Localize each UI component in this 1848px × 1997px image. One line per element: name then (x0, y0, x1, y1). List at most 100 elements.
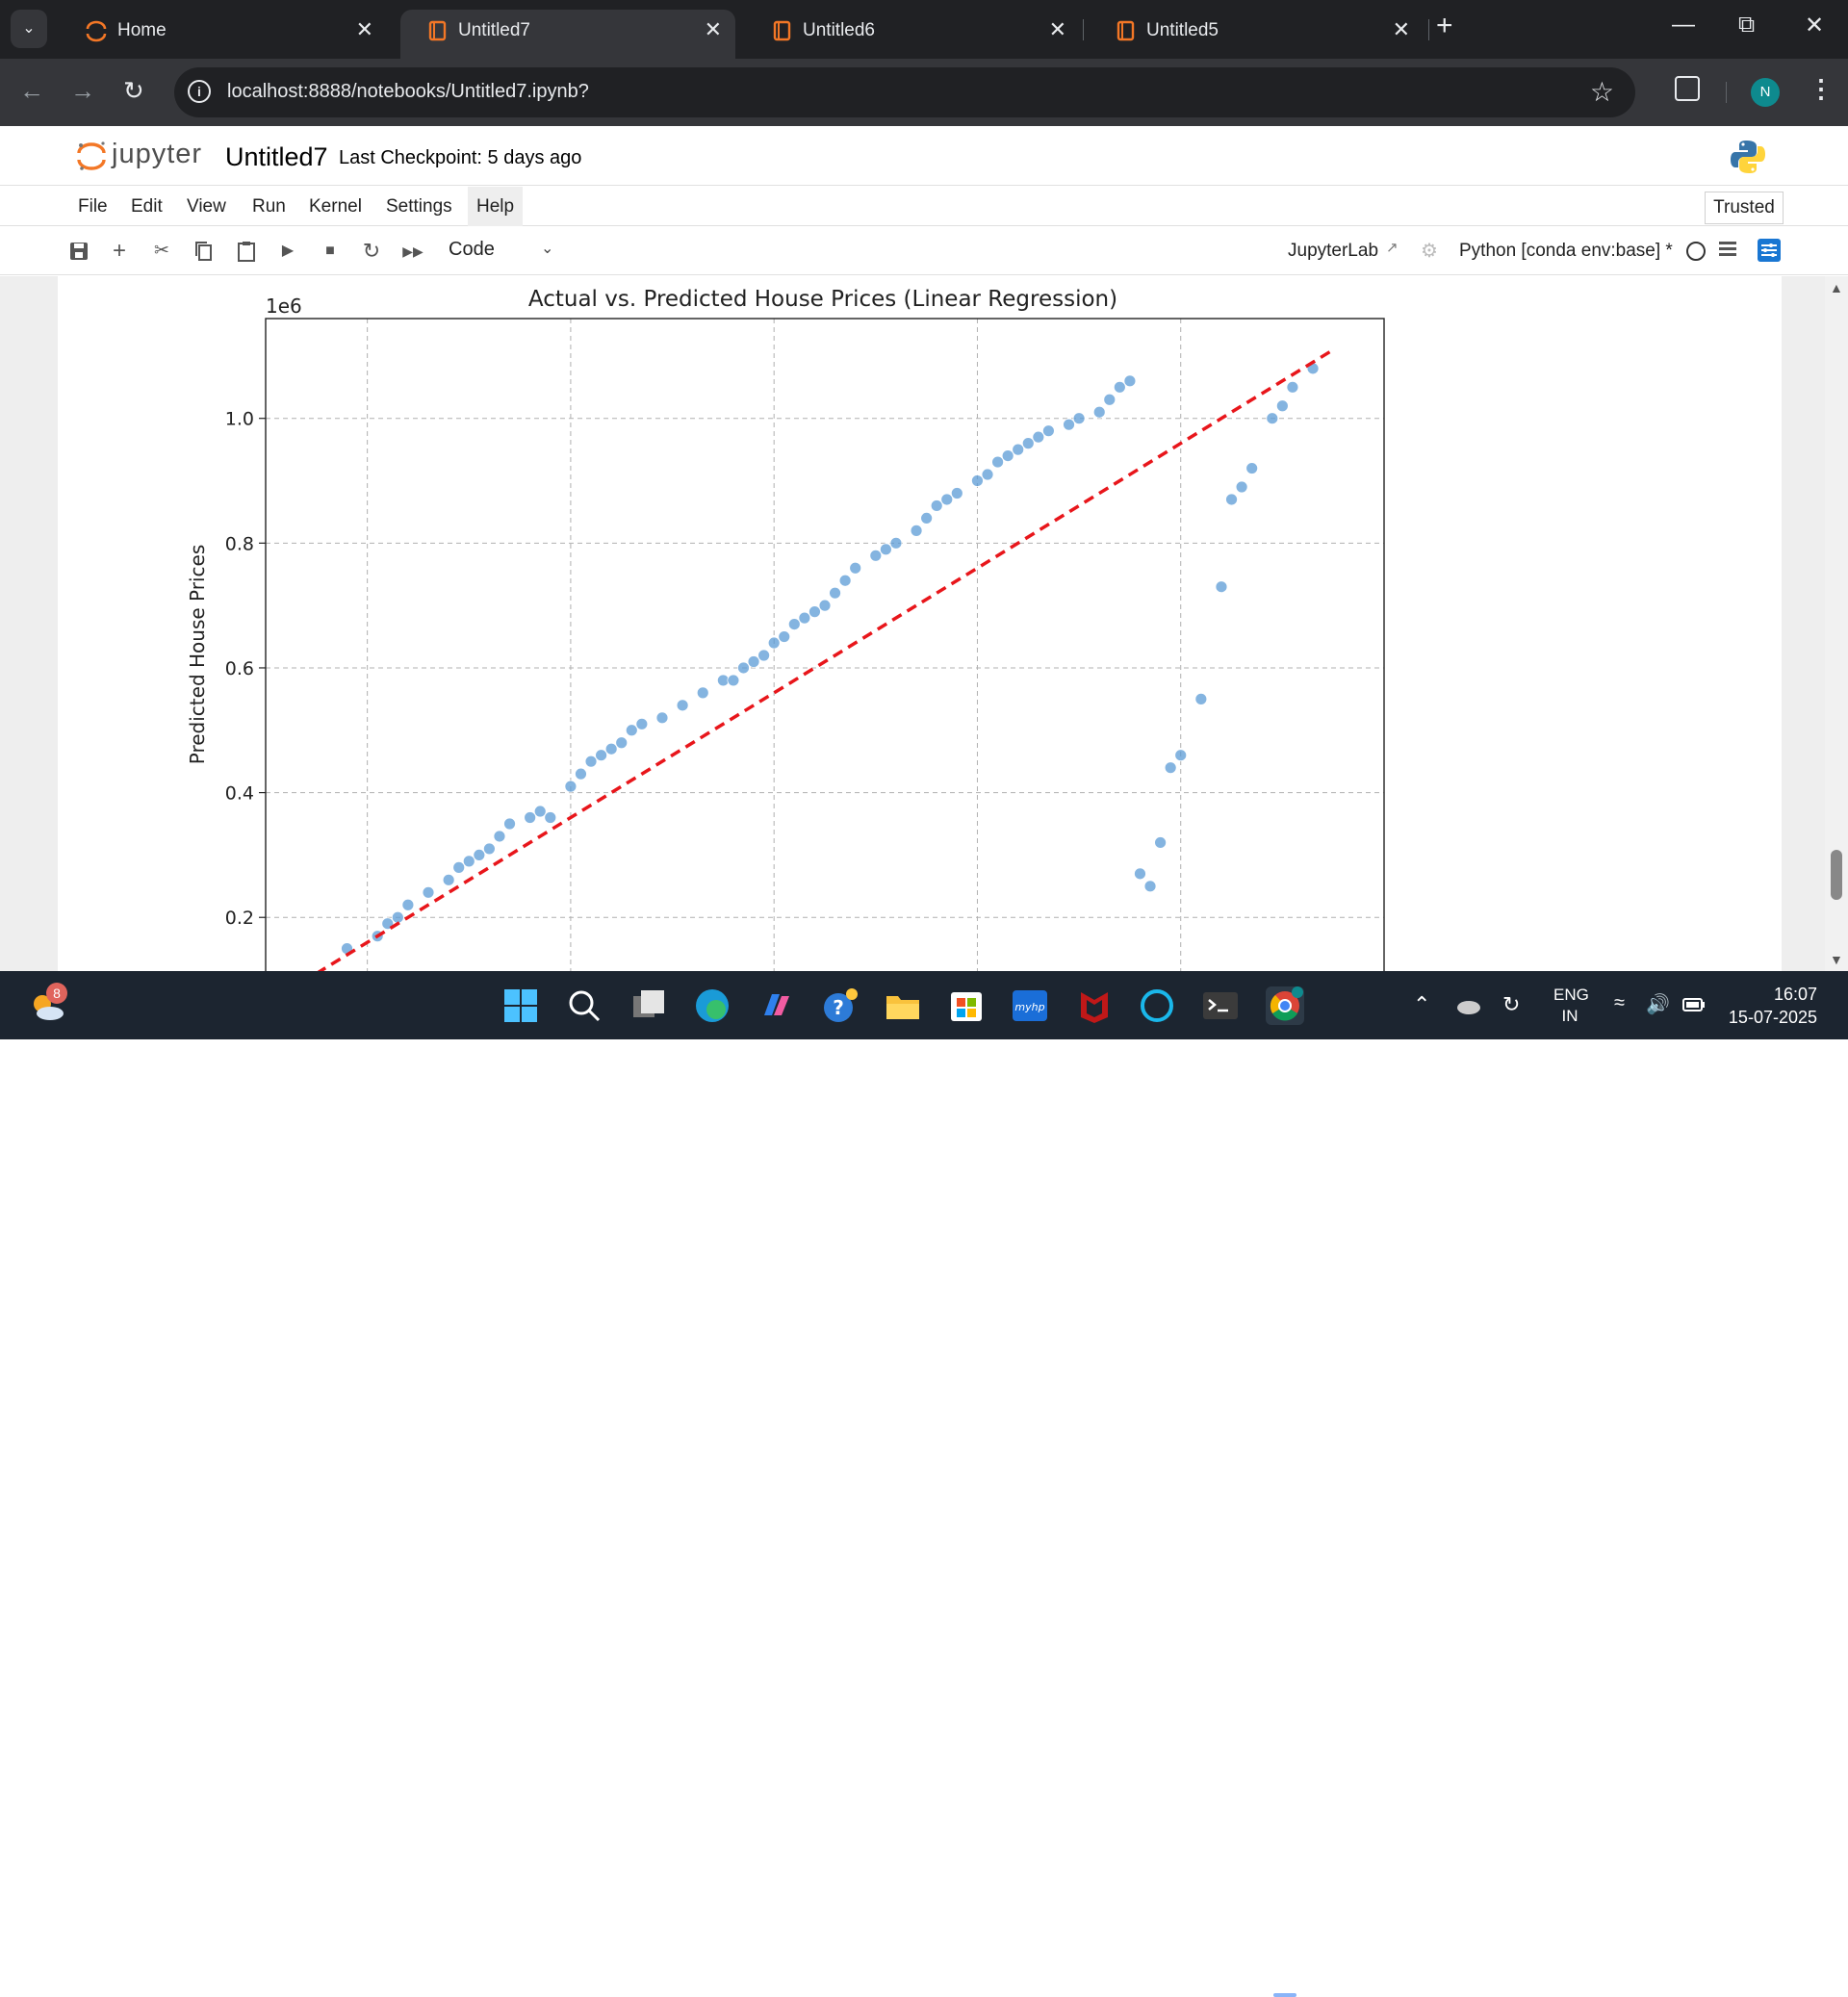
alexa-icon[interactable] (1138, 986, 1176, 1025)
address-bar[interactable]: i localhost:8888/notebooks/Untitled7.ipy… (174, 67, 1635, 117)
windows-start-icon[interactable] (501, 986, 540, 1025)
back-arrow-icon[interactable]: ← (19, 76, 44, 106)
stop-icon[interactable]: ■ (318, 239, 343, 264)
url-text[interactable]: localhost:8888/notebooks/Untitled7.ipynb… (227, 81, 589, 103)
microsoft-store-icon[interactable] (947, 986, 986, 1025)
cut-icon[interactable]: ✂ (149, 239, 174, 264)
browser-menu-icon[interactable]: ⋮ (1809, 74, 1834, 104)
data-point (1235, 480, 1248, 494)
tab-untitled7[interactable]: Untitled7 ✕ (400, 10, 735, 59)
run-icon[interactable]: ▶ (275, 239, 300, 264)
new-tab-button[interactable]: + (1436, 10, 1453, 42)
data-point (524, 811, 537, 824)
task-view-icon[interactable] (629, 986, 668, 1025)
restore-icon[interactable]: ⧉ (1738, 12, 1755, 38)
menu-file[interactable]: File (69, 187, 116, 226)
data-point (767, 636, 781, 650)
data-point (1063, 418, 1075, 431)
restart-icon[interactable]: ↻ (359, 239, 384, 264)
scroll-down-icon[interactable]: ▼ (1830, 952, 1843, 967)
chevron-down-icon[interactable]: ⌄ (541, 239, 553, 258)
jupyter-favicon-icon (86, 20, 107, 42)
add-cell-icon[interactable]: + (107, 239, 132, 264)
wifi-icon[interactable]: ≈ (1614, 992, 1625, 1014)
data-point (1245, 462, 1259, 474)
save-icon[interactable] (66, 239, 91, 264)
system-clock[interactable]: 16:07 15-07-2025 (1725, 983, 1817, 1029)
data-point (798, 611, 811, 625)
close-icon[interactable]: ✕ (356, 17, 373, 42)
menu-edit[interactable]: Edit (122, 187, 171, 226)
menu-settings[interactable]: Settings (377, 187, 461, 226)
extensions-icon[interactable] (1675, 76, 1700, 101)
run-all-icon[interactable]: ▶▶ (400, 239, 425, 264)
notebook-favicon-icon (428, 20, 447, 41)
jupyter-wordmark: jupyter (112, 139, 203, 169)
kernel-name[interactable]: Python [conda env:base] * (1459, 241, 1673, 262)
mcafee-icon[interactable] (1075, 986, 1114, 1025)
volume-icon[interactable]: 🔊 (1646, 992, 1670, 1016)
notebook-scrollbar[interactable]: ▲ ▼ (1825, 276, 1848, 971)
myhp-icon[interactable]: myhp (1011, 986, 1049, 1025)
menu-run[interactable]: Run (244, 187, 295, 226)
data-point (1275, 399, 1289, 413)
chrome-icon[interactable] (1266, 986, 1304, 1025)
language-indicator[interactable]: ENG IN (1553, 985, 1589, 1027)
file-explorer-icon[interactable] (884, 986, 922, 1025)
minimize-icon[interactable]: — (1672, 12, 1695, 38)
browser-toolbar: ← → ↻ i localhost:8888/notebooks/Untitle… (0, 59, 1848, 126)
copilot-icon[interactable] (757, 986, 795, 1025)
property-inspector-icon[interactable] (1758, 239, 1781, 262)
tab-untitled5[interactable]: Untitled5 ✕ (1089, 10, 1424, 59)
notebook-favicon-icon (1116, 20, 1135, 41)
data-point (1021, 437, 1035, 450)
reload-icon[interactable]: ↻ (123, 76, 144, 106)
menu-kernel[interactable]: Kernel (300, 187, 371, 226)
sync-icon[interactable]: ↻ (1502, 992, 1520, 1017)
data-point (1103, 393, 1116, 406)
data-point (1123, 374, 1137, 388)
scroll-up-icon[interactable]: ▲ (1830, 280, 1843, 295)
cell-type-select[interactable]: Code (449, 239, 495, 261)
table-of-contents-icon[interactable] (1719, 240, 1736, 259)
paste-icon[interactable] (234, 239, 259, 264)
site-info-icon[interactable]: i (188, 80, 211, 103)
scrollbar-thumb[interactable] (1831, 850, 1842, 900)
jupyter-logo-icon[interactable] (75, 140, 108, 172)
bookmark-star-icon[interactable]: ☆ (1590, 76, 1614, 108)
search-icon[interactable] (565, 986, 603, 1025)
trusted-indicator[interactable]: Trusted (1705, 192, 1784, 224)
battery-icon[interactable] (1682, 998, 1706, 1011)
window-close-icon[interactable]: ✕ (1805, 12, 1824, 39)
forward-arrow-icon[interactable]: → (70, 76, 95, 106)
data-point (1215, 580, 1228, 594)
menu-view[interactable]: View (178, 187, 235, 226)
y-tick-label: 0.6 (225, 658, 254, 679)
data-point (1286, 380, 1299, 394)
notebook-title[interactable]: Untitled7 (225, 142, 328, 172)
tab-search-button[interactable]: ⌄ (11, 10, 47, 48)
copy-icon[interactable] (192, 239, 217, 264)
tab-label: Untitled6 (803, 20, 875, 40)
onedrive-icon[interactable] (1455, 994, 1482, 1017)
close-icon[interactable]: ✕ (1049, 17, 1066, 42)
help-icon[interactable]: ? (821, 986, 860, 1025)
tab-untitled6[interactable]: Untitled6 ✕ (745, 10, 1080, 59)
y-tick-label: 1.0 (225, 409, 254, 430)
show-hidden-icons-icon[interactable]: ⌃ (1413, 992, 1430, 1017)
tab-label: Home (117, 20, 167, 40)
data-point (401, 898, 415, 911)
edge-browser-icon[interactable] (693, 986, 732, 1025)
data-point (676, 699, 689, 712)
data-point (737, 661, 750, 675)
terminal-icon[interactable] (1201, 986, 1240, 1025)
jupyterlab-link[interactable]: JupyterLab (1288, 241, 1378, 262)
close-icon[interactable]: ✕ (1393, 17, 1410, 42)
tab-home[interactable]: Home ✕ (60, 10, 387, 59)
menu-help[interactable]: Help (468, 187, 524, 226)
chart-grid (266, 319, 1384, 992)
data-point (1032, 430, 1045, 444)
close-icon[interactable]: ✕ (705, 17, 722, 42)
profile-avatar[interactable]: N (1751, 78, 1780, 107)
kernel-debug-icon[interactable]: ⚙ (1421, 239, 1438, 263)
